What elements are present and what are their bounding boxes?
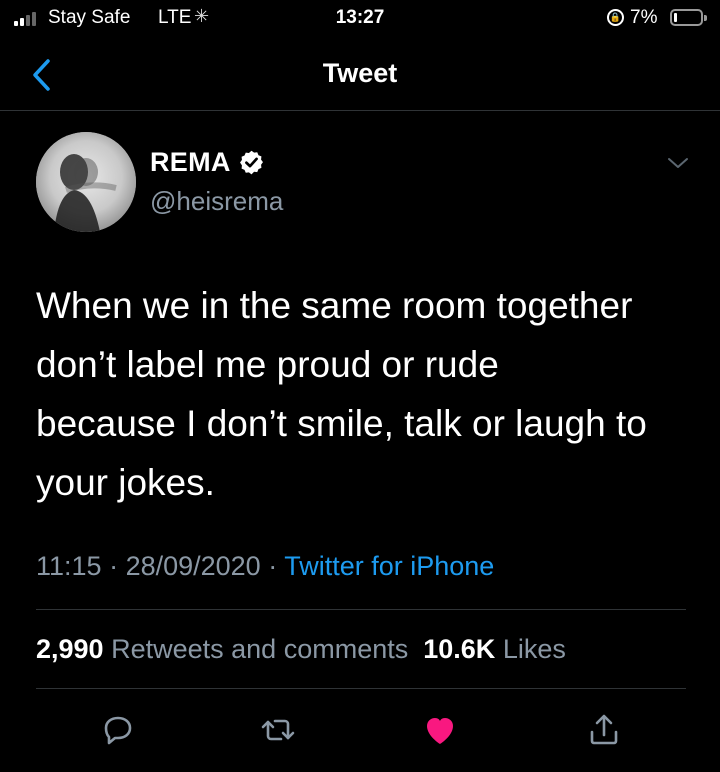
chevron-down-icon[interactable]	[666, 154, 690, 172]
likes-link[interactable]: 10.6K Likes	[423, 634, 566, 664]
tweet-date: 28/09/2020	[125, 551, 261, 581]
retweet-button[interactable]	[258, 710, 298, 750]
divider	[36, 609, 686, 610]
tweet-stats: 2,990 Retweets and comments 10.6K Likes	[36, 634, 566, 665]
meta-separator: ·	[101, 551, 126, 581]
retweets-label: Retweets and comments	[111, 634, 409, 664]
tweet-text-line: because I don’t smile, talk or laugh to	[36, 403, 647, 444]
retweets-link[interactable]: 2,990 Retweets and comments	[36, 634, 408, 664]
tweet-text: When we in the same room together don’t …	[36, 276, 696, 512]
tweet-text-line: don’t label me proud or rude	[36, 344, 499, 385]
tweet-source-link[interactable]: Twitter for iPhone	[284, 551, 494, 581]
tweet-meta: 11:15 · 28/09/2020 · Twitter for iPhone	[36, 551, 494, 582]
navigation-header: Tweet	[0, 45, 720, 111]
page-title: Tweet	[322, 58, 398, 88]
rotation-lock-icon: 🔒	[607, 9, 624, 26]
avatar[interactable]	[36, 132, 136, 232]
retweets-count: 2,990	[36, 634, 104, 664]
like-icon	[427, 718, 453, 744]
battery-level	[674, 13, 677, 22]
tweet-text-line: When we in the same room together	[36, 285, 633, 326]
divider	[36, 688, 686, 689]
meta-separator: ·	[260, 551, 285, 581]
reply-icon	[104, 716, 132, 745]
like-button[interactable]	[420, 710, 460, 750]
status-bar: Stay Safe LTE ✳ 13:27 🔒 7%	[0, 0, 720, 40]
tweet-text-line: your jokes.	[36, 462, 215, 503]
share-icon	[590, 714, 618, 745]
avatar-photo	[36, 132, 136, 232]
author-name[interactable]: REMA	[150, 147, 231, 178]
share-button[interactable]	[584, 710, 624, 750]
retweet-icon	[261, 719, 295, 741]
author-handle[interactable]: @heisrema	[150, 186, 283, 217]
verified-badge-icon	[240, 150, 263, 175]
tweet-time: 11:15	[36, 551, 102, 581]
reply-button[interactable]	[98, 710, 138, 750]
battery-icon	[670, 9, 707, 26]
battery-percentage: 7%	[630, 7, 658, 28]
likes-label: Likes	[502, 634, 566, 664]
likes-count: 10.6K	[423, 634, 496, 664]
